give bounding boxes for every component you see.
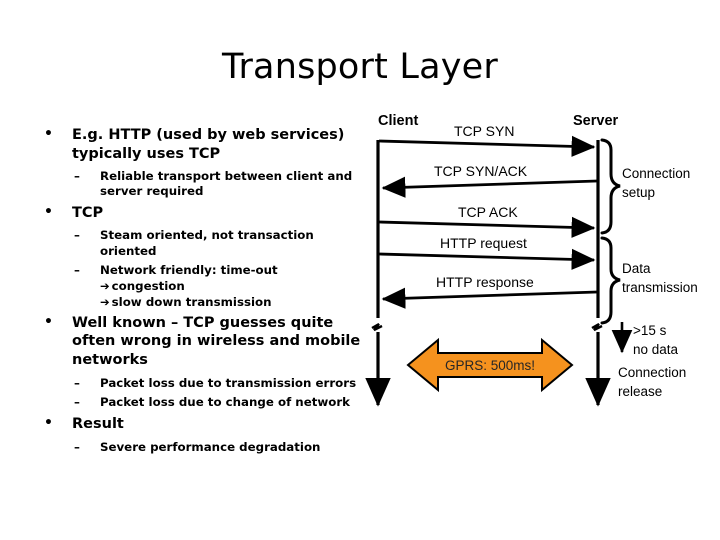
list-item-label: TCP — [72, 204, 104, 221]
actor-label-server: Server — [573, 113, 619, 129]
bullet-marker: • — [44, 203, 53, 220]
bullet-marker: – — [74, 375, 80, 390]
brace-label-data-transmission-line1: Data — [622, 261, 651, 276]
brace-data-transmission — [600, 236, 621, 325]
list-item-label: Packet loss due to transmission errors — [100, 375, 357, 390]
brace-connection-setup — [600, 138, 621, 235]
list-item: – Packet loss due to transmission errors — [34, 376, 364, 391]
message-label-http-request: HTTP request — [440, 235, 527, 251]
bullet-list: • E.g. HTTP (used by web services) typic… — [34, 126, 364, 456]
message-label-tcp-syn: TCP SYN — [454, 123, 514, 139]
brace-label-connection-setup-line2: setup — [622, 185, 655, 200]
message-label-tcp-syn-ack: TCP SYN/ACK — [434, 163, 528, 179]
connection-release-label-line2: release — [618, 384, 662, 399]
list-item-label: congestion — [111, 279, 185, 294]
brace-label-data-transmission-line2: transmission — [622, 280, 698, 295]
message-label-tcp-ack: TCP ACK — [458, 204, 518, 220]
list-item-label: Well known – TCP guesses quite often wro… — [72, 314, 361, 369]
bullet-marker: • — [44, 415, 53, 432]
list-item-label: Network friendly: time-out — [100, 262, 278, 277]
message-arrow-tcp-syn — [378, 135, 596, 158]
connection-release-label-line1: Connection — [618, 365, 686, 380]
bullet-marker: – — [74, 439, 80, 454]
list-item: – Packet loss due to change of network — [34, 395, 364, 410]
list-item: – Network friendly: time-out — [34, 263, 364, 278]
bullet-marker: • — [44, 126, 53, 142]
list-item-label: E.g. HTTP (used by web services) typical… — [72, 127, 345, 162]
list-item-label: Severe performance degradation — [100, 439, 321, 454]
timeout-label-line2: no data — [633, 342, 679, 357]
actor-label-client: Client — [378, 113, 418, 129]
list-item-label: Steam oriented, not transaction oriented — [100, 228, 314, 258]
message-label-http-response: HTTP response — [436, 274, 534, 290]
bullet-marker: – — [74, 262, 80, 277]
timeout-label-line1: >15 s — [633, 323, 667, 338]
page-title: Transport Layer — [222, 47, 498, 87]
message-arrow-tcp-syn-ack — [381, 176, 598, 198]
bullet-marker: • — [44, 313, 53, 330]
bullet-marker: – — [74, 394, 80, 409]
list-item: – Reliable transport between client and … — [34, 169, 364, 200]
gprs-callout-label: GPRS: 500ms! — [445, 358, 535, 373]
message-arrow-http-request — [378, 248, 596, 271]
message-arrow-http-response — [381, 287, 598, 309]
arrow-right-icon: ➔ — [100, 294, 110, 309]
sequence-diagram: Client Server TCP SYN TCP SYN/ACK TCP AC… — [350, 100, 720, 430]
list-item: ➔ slow down transmission — [34, 295, 364, 310]
list-item: • Result — [34, 415, 364, 434]
list-item-label: Result — [72, 416, 124, 433]
brace-label-connection-setup-line1: Connection — [622, 166, 690, 181]
list-item: • E.g. HTTP (used by web services) typic… — [34, 126, 364, 163]
list-item: ➔ congestion — [34, 279, 364, 294]
list-item: • TCP — [34, 204, 364, 223]
list-item-label: Packet loss due to change of network — [100, 394, 351, 409]
message-arrow-tcp-ack — [378, 216, 596, 239]
list-item-label: slow down transmission — [111, 294, 272, 309]
bullet-marker: – — [74, 169, 80, 184]
list-item-label: Reliable transport between client and se… — [100, 169, 353, 199]
break-mark-server — [591, 322, 603, 332]
bullet-marker: – — [74, 228, 80, 243]
break-mark-client — [371, 322, 383, 332]
gprs-callout-arrow: GPRS: 500ms! — [406, 337, 574, 393]
list-item: – Steam oriented, not transaction orient… — [34, 228, 364, 259]
list-item: • Well known – TCP guesses quite often w… — [34, 314, 364, 370]
list-item: – Severe performance degradation — [34, 440, 364, 455]
arrow-right-icon: ➔ — [100, 279, 110, 294]
